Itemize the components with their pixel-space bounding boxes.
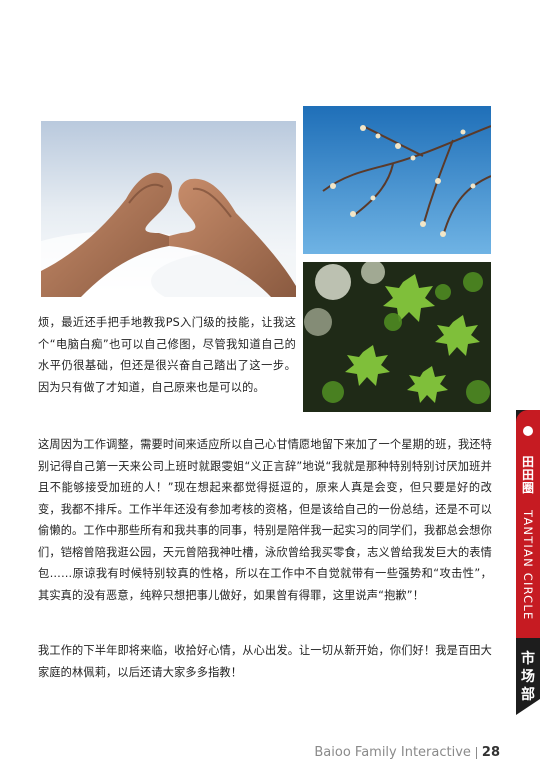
side-english-label: TANTIAN CIRCLE xyxy=(521,510,535,621)
side-tab-red-band: 田田圈 TANTIAN CIRCLE xyxy=(516,410,540,638)
page-footer: Baioo Family Interactive 28 xyxy=(314,745,500,760)
side-brand-label: 田田圈 xyxy=(521,455,534,495)
footer-divider xyxy=(475,746,477,759)
footer-company: Baioo Family Interactive xyxy=(314,745,471,760)
article-paragraph-1: 烦，最近还手把手地教我PS入门级的技能，让我这个“电脑白痴”也可以自己修图，尽管… xyxy=(38,316,296,394)
article-paragraph-2: 这周因为工作调整，需要时间来适应所以自己心甘情愿地留下来加了一个星期的班，我还特… xyxy=(38,438,492,602)
section-side-tab: 田田圈 TANTIAN CIRCLE 市场部 xyxy=(516,410,540,715)
green-leaves-photo xyxy=(303,262,491,412)
article-paragraph-3: 我工作的下半年即将来临，收拾好心情，从心出发。让一切从新开始，你们好！我是百田大… xyxy=(38,644,492,679)
side-dot-icon xyxy=(523,426,533,436)
side-tab-notch xyxy=(516,699,540,715)
heart-hands-photo xyxy=(41,121,296,297)
blossom-branches-photo xyxy=(303,106,491,254)
page-number: 28 xyxy=(481,745,500,760)
side-department-label: 市场部 xyxy=(521,651,535,703)
